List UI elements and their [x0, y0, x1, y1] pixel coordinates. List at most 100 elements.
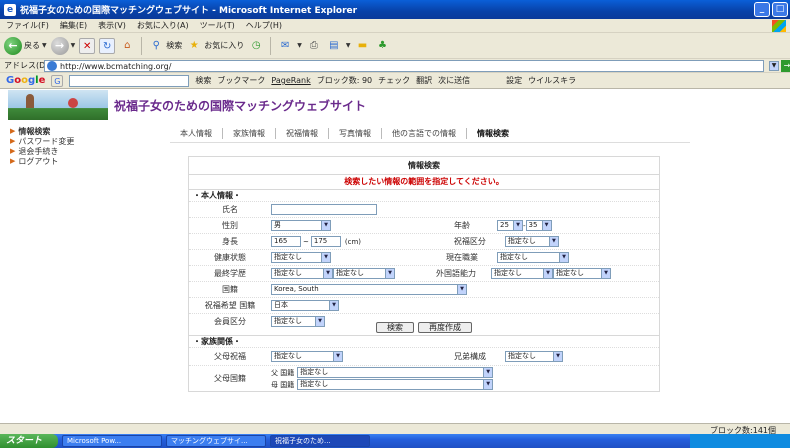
father-nationality-select[interactable]: 指定なし ▼: [297, 367, 494, 378]
back-button[interactable]: ← 戻る ▼: [4, 36, 47, 55]
height-from-input[interactable]: 165: [271, 236, 301, 247]
tab-other-language[interactable]: 他の言語での情報: [382, 127, 467, 139]
taskbar-item-ie[interactable]: 祝福子女のため...: [270, 435, 370, 447]
popup-blocked-count[interactable]: ブロック数: 90: [317, 75, 372, 86]
health-select[interactable]: 指定なし ▼: [271, 252, 331, 263]
tab-photo-info[interactable]: 写真情報: [329, 127, 382, 139]
bullet-arrow-icon: ▶: [10, 147, 16, 155]
height-to-input[interactable]: 175: [310, 236, 341, 247]
row-name: 氏名: [189, 201, 659, 217]
search-label: 検索: [166, 41, 183, 50]
taskbar-item-matching-site[interactable]: マッチングウェブサイ...: [166, 435, 266, 447]
toolbar-separator: [270, 36, 272, 55]
forward-button[interactable]: → ▼: [50, 36, 75, 55]
tab-personal-info[interactable]: 本人情報: [170, 127, 223, 139]
messenger-icon[interactable]: ♣: [375, 38, 391, 54]
language-value-1: 指定なし: [494, 269, 522, 277]
siblings-select[interactable]: 指定なし ▼: [505, 351, 563, 362]
sidebar-item-logout[interactable]: ▶ ログアウト: [10, 156, 160, 166]
blessing-type-select[interactable]: 指定なし ▼: [504, 236, 559, 247]
google-search-button[interactable]: 検索: [195, 75, 211, 86]
google-search-input[interactable]: [69, 74, 190, 87]
member-type-select[interactable]: 指定なし ▼: [271, 316, 325, 327]
folder-icon[interactable]: ▬: [355, 38, 371, 54]
google-bookmarks-button[interactable]: ブックマーク: [217, 75, 265, 86]
history-icon[interactable]: ◷: [248, 38, 264, 54]
member-type-value: 指定なし: [274, 317, 302, 325]
home-icon[interactable]: ⌂: [119, 38, 135, 54]
address-dropdown-icon[interactable]: ▼: [769, 61, 779, 71]
nationality-select[interactable]: Korea, South ▼: [271, 284, 467, 295]
start-button[interactable]: スタート: [0, 434, 58, 448]
sidebar-item-withdraw[interactable]: ▶ 退会手続き: [10, 146, 160, 156]
tab-family-info[interactable]: 家族情報: [223, 127, 276, 139]
menu-edit[interactable]: 編集(E): [60, 20, 87, 31]
favorites-label: お気に入り: [204, 41, 245, 50]
parents-blessed-select[interactable]: 指定なし ▼: [271, 351, 343, 362]
bullet-arrow-icon: ▶: [10, 127, 16, 135]
google-g-icon[interactable]: G: [51, 74, 64, 87]
address-bar: アドレス(D) http://www.bcmatching.org/ ▼ →: [0, 59, 790, 73]
go-button[interactable]: →: [781, 60, 790, 72]
desired-nationality-select[interactable]: 日本 ▼: [271, 300, 339, 311]
chevron-down-icon: ▼: [321, 221, 330, 230]
chevron-down-icon: ▼: [541, 221, 551, 230]
section-marker-icon: ・: [193, 337, 201, 346]
mother-nationality-select[interactable]: 指定なし ▼: [297, 379, 494, 390]
google-logo[interactable]: Google: [6, 75, 45, 86]
print-icon[interactable]: ⎙: [306, 38, 322, 54]
minimize-button[interactable]: _: [754, 2, 770, 17]
favorites-button[interactable]: ★ お気に入り: [186, 38, 244, 54]
row-health-job: 健康状態 指定なし ▼ 現在職業 指定なし ▼: [189, 249, 659, 265]
sidebar-item-change-password[interactable]: ▶ パスワード変更: [10, 136, 160, 146]
gender-select[interactable]: 男 ▼: [271, 220, 331, 231]
menu-file[interactable]: ファイル(F): [6, 20, 49, 31]
education-select-2[interactable]: 指定なし ▼: [333, 268, 395, 279]
back-arrow-icon: ←: [4, 36, 22, 55]
chevron-down-icon[interactable]: ▼: [346, 42, 351, 49]
gender-label: 性別: [222, 221, 238, 230]
language-select-1[interactable]: 指定なし ▼: [491, 268, 553, 279]
spellcheck-button[interactable]: チェック: [378, 75, 410, 86]
education-select-1[interactable]: 指定なし ▼: [271, 268, 333, 279]
language-value-2: 指定なし: [556, 269, 584, 277]
section-family-label: 家族関係: [201, 337, 233, 346]
system-tray: [690, 434, 790, 448]
virus-killer-button[interactable]: ウイルスキラ: [528, 75, 576, 86]
education-value-1: 指定なし: [274, 269, 302, 277]
send-to-button[interactable]: 次に送信: [438, 75, 470, 86]
tab-blessing-info[interactable]: 祝福情報: [276, 127, 329, 139]
edit-icon[interactable]: ▤: [326, 38, 342, 54]
job-label: 現在職業: [446, 253, 478, 262]
mail-icon[interactable]: ✉: [277, 38, 293, 54]
menu-view[interactable]: 表示(V): [98, 20, 126, 31]
search-submit-button[interactable]: 検索: [376, 322, 414, 333]
health-value: 指定なし: [274, 253, 302, 261]
settings-button[interactable]: 設定: [506, 75, 522, 86]
stop-icon[interactable]: ✕: [79, 37, 96, 54]
search-button[interactable]: ⚲ 検索: [148, 38, 183, 54]
chevron-down-icon: ▼: [323, 269, 332, 278]
tab-info-search[interactable]: 情報検索: [467, 128, 519, 139]
name-input[interactable]: [271, 204, 377, 215]
language-select-2[interactable]: 指定なし ▼: [553, 268, 611, 279]
menu-help[interactable]: ヘルプ(H): [246, 20, 282, 31]
age-to-select[interactable]: 35 ▼: [525, 220, 552, 231]
education-value-2: 指定なし: [336, 269, 364, 277]
taskbar-item-powerpoint[interactable]: Microsoft Pow...: [62, 435, 162, 447]
nationality-label: 国籍: [222, 285, 238, 294]
address-input[interactable]: http://www.bcmatching.org/: [44, 60, 764, 72]
refresh-icon[interactable]: ↻: [99, 37, 116, 54]
age-from-select[interactable]: 25 ▼: [497, 220, 523, 231]
chevron-down-icon: ▼: [601, 269, 610, 278]
reset-button[interactable]: 再度作成: [418, 322, 472, 333]
translate-button[interactable]: 翻訳: [416, 75, 432, 86]
sidebar-item-info-search[interactable]: ▶ 情報検索: [10, 126, 160, 136]
menu-favorites[interactable]: お気に入り(A): [137, 20, 189, 31]
maximize-button[interactable]: □: [772, 2, 788, 17]
menu-tools[interactable]: ツール(T): [200, 20, 235, 31]
job-select[interactable]: 指定なし ▼: [497, 252, 569, 263]
chevron-down-icon[interactable]: ▼: [297, 42, 302, 49]
ie-icon: e: [4, 3, 16, 16]
chevron-down-icon: ▼: [483, 368, 493, 377]
